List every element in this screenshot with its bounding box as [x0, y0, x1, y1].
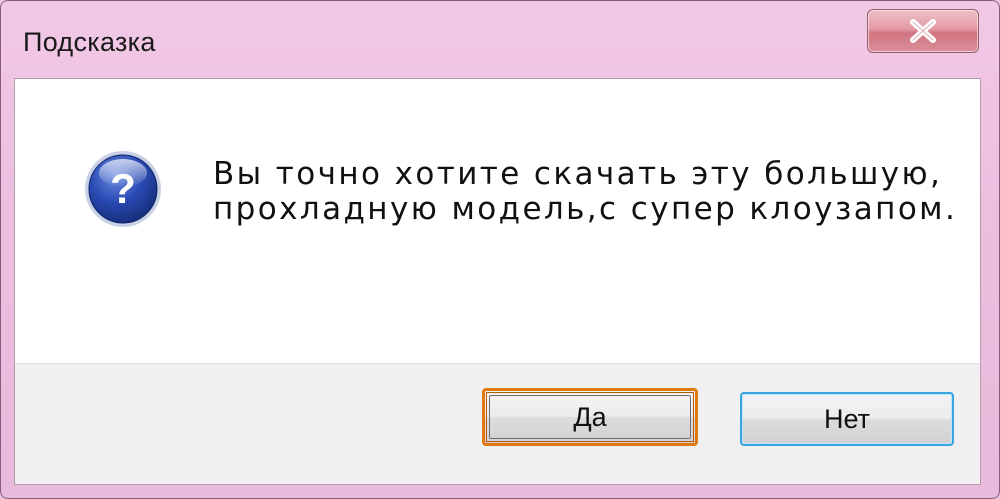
- yes-button[interactable]: Да: [482, 388, 698, 446]
- dialog-body: ? Вы точно хотите скачать эту большую, п…: [14, 78, 981, 485]
- close-icon: [868, 10, 978, 52]
- dialog-window: Подсказка ? Вы точно хотите скачать эту …: [0, 0, 1000, 499]
- close-button[interactable]: [867, 9, 979, 53]
- yes-button-label: Да: [573, 401, 607, 432]
- question-icon: ?: [83, 149, 163, 229]
- button-bar: Да Нет: [15, 363, 980, 484]
- message-line-1: Вы точно хотите скачать эту большую,: [213, 156, 943, 192]
- no-button[interactable]: Нет: [740, 392, 954, 446]
- title-bar[interactable]: Подсказка: [1, 1, 999, 77]
- message-area: ? Вы точно хотите скачать эту большую, п…: [15, 79, 980, 363]
- window-title: Подсказка: [23, 27, 156, 57]
- message-text: Вы точно хотите скачать эту большую, про…: [213, 157, 957, 227]
- message-line-2: прохладную модель,с супер клоузапом.: [213, 191, 958, 227]
- no-button-label: Нет: [824, 403, 870, 434]
- svg-text:?: ?: [110, 165, 136, 212]
